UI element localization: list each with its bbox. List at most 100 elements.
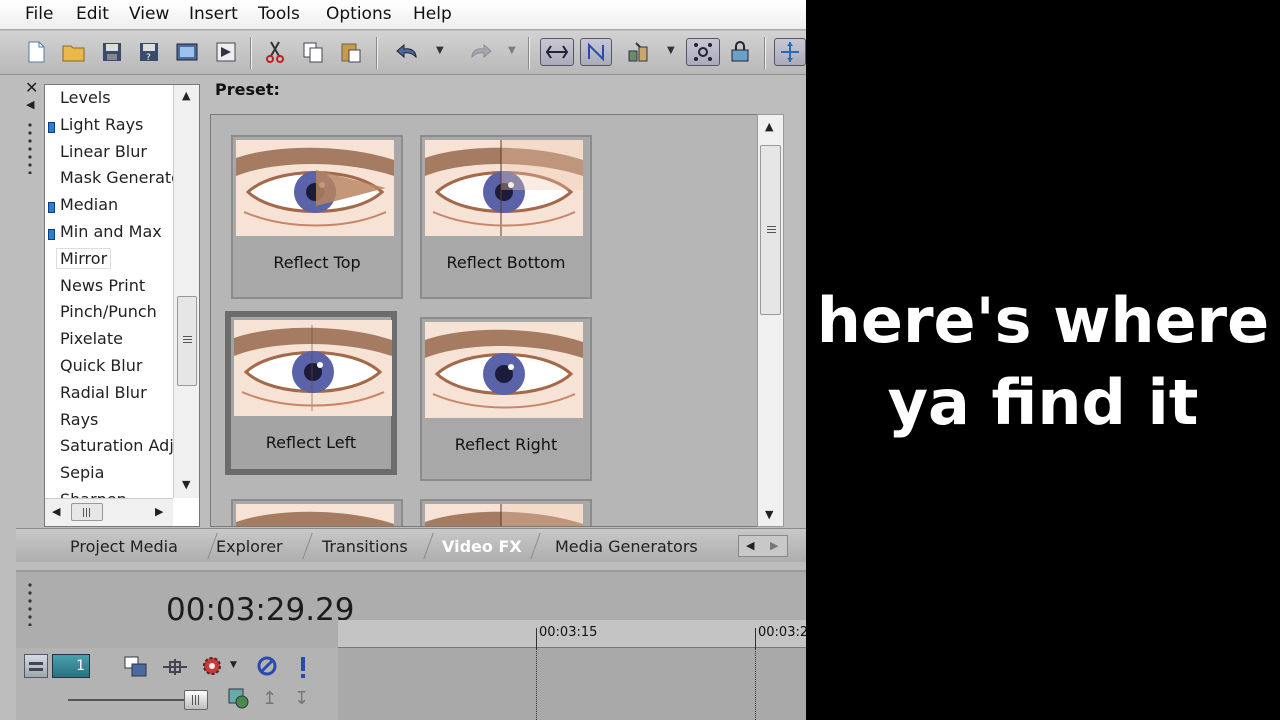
new-file-icon[interactable] — [22, 38, 50, 66]
cut-icon[interactable] — [261, 38, 289, 66]
tab-project-media[interactable]: Project Media — [70, 537, 178, 556]
scroll-down-icon[interactable]: ▼ — [182, 478, 190, 491]
fx-list-item[interactable]: Quick Blur — [60, 356, 142, 375]
tab-scroll-buttons: ◀ ▶ — [738, 535, 788, 557]
ruler-label: 00:03:2 — [758, 625, 806, 640]
lock-envelopes-icon[interactable] — [726, 38, 754, 66]
dock-handle[interactable]: ✕ ◀ — [14, 76, 48, 526]
open-folder-icon[interactable] — [60, 38, 88, 66]
render-icon[interactable] — [173, 38, 201, 66]
fx-list-item[interactable]: Linear Blur — [60, 142, 147, 161]
fx-list-item[interactable]: Saturation Adju — [60, 436, 184, 455]
timeline-panel: 00:03:29.29 00:03:15 00:03:2 1 ▼ ↥ ↧ — [16, 570, 806, 720]
preset-label-text: Reflect Right — [454, 435, 558, 454]
menu-file[interactable]: File — [25, 4, 53, 24]
fx-list-item[interactable]: Mask Generato — [60, 168, 181, 187]
fx-list-item[interactable]: Mirror — [55, 247, 112, 269]
fx-list-item[interactable]: Radial Blur — [60, 383, 147, 402]
fx-list-item[interactable]: Median — [60, 195, 118, 214]
preset-label-text: Reflect Top — [273, 253, 361, 272]
fx-list-item[interactable]: News Print — [60, 276, 145, 295]
track-area[interactable] — [338, 648, 806, 720]
timeline-ruler[interactable]: 00:03:15 00:03:2 — [338, 620, 806, 648]
tab-media-generators[interactable]: Media Generators — [555, 537, 698, 556]
mute-icon[interactable] — [256, 655, 278, 677]
track-minimize-icon[interactable] — [24, 654, 48, 678]
selection-tool-icon[interactable] — [774, 38, 806, 66]
solo-icon[interactable] — [297, 655, 309, 679]
track-level-slider-handle[interactable] — [184, 690, 208, 710]
scroll-up-icon[interactable]: ▲ — [765, 120, 773, 133]
preset-vertical-scrollbar[interactable]: ▲ ▼ — [757, 114, 784, 527]
fx-list-hscroll-thumb[interactable] — [71, 503, 103, 521]
menu-help[interactable]: Help — [413, 4, 452, 24]
envelope-icon[interactable] — [624, 38, 652, 66]
fx-list-item[interactable]: Light Rays — [60, 115, 143, 134]
fx-list-horizontal-scrollbar[interactable]: ◀ ▶ — [45, 498, 173, 526]
fx-list-item[interactable]: Min and Max — [60, 222, 162, 241]
preset-label-text: Reflect Bottom — [446, 253, 566, 272]
paste-icon[interactable] — [337, 38, 365, 66]
scroll-up-icon[interactable]: ▲ — [182, 89, 190, 102]
preset-tile[interactable] — [231, 499, 403, 526]
preset-tile[interactable]: Reflect Bottom — [420, 135, 592, 299]
tab-video-fx[interactable]: Video FX — [442, 537, 522, 556]
window-docking-tabs: Project Media Explorer Transitions Video… — [16, 528, 806, 562]
preset-tile[interactable]: Reflect Left — [225, 311, 397, 475]
menu-view[interactable]: View — [129, 4, 169, 24]
undo-icon[interactable] — [394, 38, 422, 66]
preset-scroll-thumb[interactable] — [760, 145, 781, 315]
fx-list-vertical-scrollbar[interactable]: ▲ ▼ — [173, 85, 199, 498]
make-compositing-child-icon[interactable]: ↧ — [294, 688, 309, 709]
fx-list-scroll-thumb[interactable] — [177, 296, 197, 386]
menu-insert[interactable]: Insert — [189, 4, 238, 24]
redo-icon[interactable] — [466, 38, 494, 66]
menu-tools[interactable]: Tools — [258, 4, 300, 24]
composite-mode-icon[interactable] — [228, 688, 250, 710]
video-caption-panel: here's where ya find it — [806, 0, 1280, 720]
track-fx-icon[interactable] — [200, 654, 224, 678]
main-toolbar: ? ▼ ▼ ▼ — [0, 31, 806, 75]
tab-scroll-left-icon[interactable]: ◀ — [746, 539, 754, 552]
close-icon[interactable]: ✕ — [25, 78, 38, 97]
grip-icon[interactable] — [27, 582, 33, 626]
properties-icon[interactable] — [212, 38, 240, 66]
redo-dropdown-icon[interactable]: ▼ — [508, 45, 516, 56]
collapse-arrow-icon[interactable]: ◀ — [26, 98, 34, 111]
preset-thumbnail-area: Reflect Top Reflect Bottom Reflect Left Ref… — [210, 114, 760, 527]
menu-options[interactable]: Options — [326, 4, 392, 24]
track-number[interactable]: 1 — [52, 654, 90, 678]
plugin-marker-icon — [48, 229, 55, 240]
scroll-down-icon[interactable]: ▼ — [765, 508, 773, 521]
undo-dropdown-icon[interactable]: ▼ — [436, 45, 444, 56]
fx-list-item[interactable]: Sepia — [60, 463, 104, 482]
save-icon[interactable] — [98, 38, 126, 66]
track-motion-icon[interactable] — [124, 656, 148, 678]
fx-list-item[interactable]: Levels — [60, 88, 111, 107]
fx-list-item[interactable]: Rays — [60, 410, 98, 429]
track-fx-dropdown-icon[interactable]: ▼ — [230, 660, 237, 670]
plugin-marker-icon — [48, 202, 55, 214]
timecode-display: 00:03:29.29 — [166, 592, 355, 628]
tab-transitions[interactable]: Transitions — [322, 537, 408, 556]
scroll-left-icon[interactable]: ◀ — [52, 505, 60, 518]
preset-tile[interactable]: Reflect Right — [420, 317, 592, 481]
snapping-icon[interactable] — [580, 38, 612, 66]
fx-list-item[interactable]: Pixelate — [60, 329, 123, 348]
auto-ripple-icon[interactable] — [540, 38, 574, 66]
preset-tile[interactable] — [420, 499, 592, 526]
tab-scroll-right-icon[interactable]: ▶ — [770, 539, 778, 552]
envelope-dropdown-icon[interactable]: ▼ — [667, 45, 675, 56]
grip-icon[interactable] — [27, 122, 33, 174]
normal-edit-tool-icon[interactable] — [686, 38, 720, 66]
track-compositing-icon[interactable] — [161, 656, 189, 678]
track-level-slider-track — [68, 699, 186, 701]
menu-edit[interactable]: Edit — [76, 4, 109, 24]
preset-tile[interactable]: Reflect Top — [231, 135, 403, 299]
scroll-right-icon[interactable]: ▶ — [155, 505, 163, 518]
tab-explorer[interactable]: Explorer — [216, 537, 283, 556]
save-as-icon[interactable]: ? — [135, 38, 163, 66]
copy-icon[interactable] — [299, 38, 327, 66]
fx-list-item[interactable]: Pinch/Punch — [60, 302, 157, 321]
make-compositing-parent-icon[interactable]: ↥ — [262, 688, 277, 709]
